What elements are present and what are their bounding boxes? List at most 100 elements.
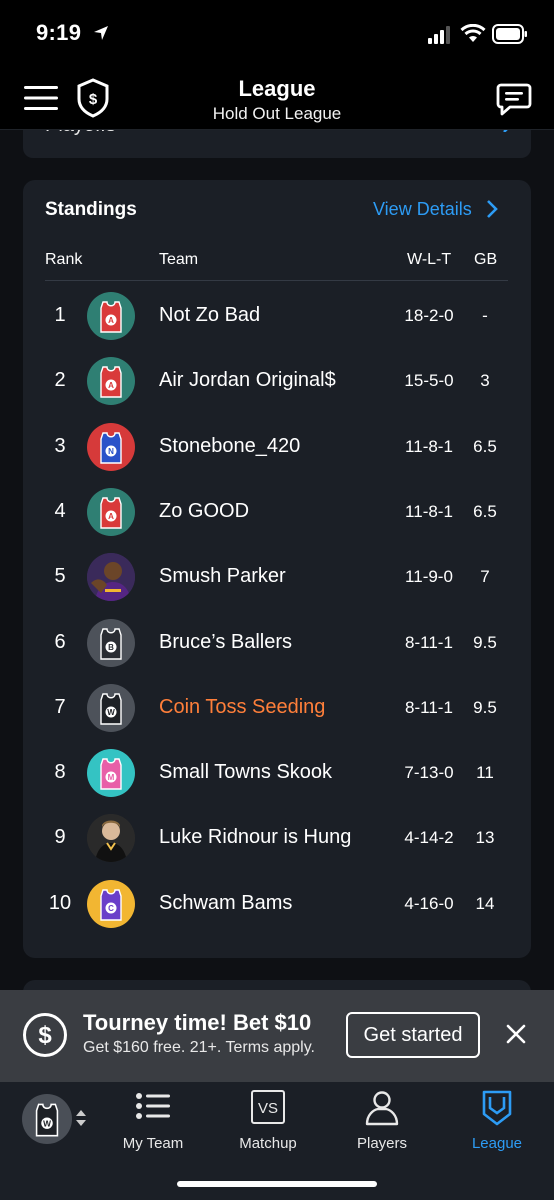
team-avatar[interactable]: M [87, 749, 135, 798]
record-value: 15-5-0 [404, 371, 454, 391]
svg-text:$: $ [38, 1022, 52, 1049]
team-name[interactable]: Not Zo Bad [159, 304, 260, 327]
column-header-team: Team [159, 251, 199, 268]
games-back-value: - [482, 306, 488, 325]
view-details-link[interactable]: View Details [373, 199, 472, 220]
record-value: 4-16-0 [404, 893, 454, 913]
status-time: 9:19 [36, 20, 82, 45]
record-value: 11-9-0 [405, 567, 453, 587]
svg-text:W: W [43, 1118, 51, 1128]
standings-row[interactable]: 3 N Stonebone_420 11-8-1 6.5 [23, 414, 531, 479]
tab-players[interactable]: Players [337, 1090, 427, 1156]
games-back-value: 9.5 [473, 632, 497, 652]
standings-row[interactable]: 10 C Schwam Bams 4-16-0 14 [23, 871, 531, 936]
battery-icon [492, 24, 527, 44]
rank-value: 7 [54, 695, 66, 718]
standings-row[interactable]: 1 A Not Zo Bad 18-2-0 - [23, 283, 531, 348]
dollar-coin-icon: $ [23, 1013, 67, 1057]
tab-matchup[interactable]: VS Matchup [223, 1090, 313, 1156]
team-name[interactable]: Air Jordan Original$ [159, 369, 336, 392]
team-avatar[interactable]: C [87, 879, 135, 928]
team-name[interactable]: Smush Parker [159, 565, 286, 588]
team-name[interactable]: Schwam Bams [159, 892, 292, 915]
get-started-button[interactable]: Get started [346, 1012, 480, 1058]
promo-banner[interactable]: $ Tourney time! Bet $10 Get $160 free. 2… [0, 990, 554, 1082]
team-avatar[interactable]: A [87, 357, 135, 406]
standings-row[interactable]: 5 Smush Parker 11-9-0 7 [23, 544, 531, 609]
team-avatar[interactable]: A [87, 487, 135, 536]
rank-value: 9 [54, 826, 66, 849]
games-back-value: 6.5 [473, 436, 497, 456]
standings-row[interactable]: 8 M Small Towns Skook 7-13-0 11 [23, 740, 531, 805]
record-value: 11-8-1 [405, 501, 453, 521]
jersey-icon: A [100, 301, 122, 333]
tab-label: My Team [122, 1135, 184, 1152]
team-name[interactable]: Small Towns Skook [159, 761, 332, 784]
team-name[interactable]: Zo GOOD [159, 500, 249, 523]
standings-row[interactable]: 4 A Zo GOOD 11-8-1 6.5 [23, 479, 531, 544]
team-avatar[interactable] [87, 814, 135, 863]
promo-subtitle: Get $160 free. 21+. Terms apply. [83, 1039, 315, 1056]
tab-league[interactable]: League [452, 1090, 542, 1156]
header-divider [45, 280, 508, 281]
svg-text:A: A [108, 316, 114, 325]
standings-row[interactable]: 7 W Coin Toss Seeding 8-11-1 9.5 [23, 675, 531, 740]
games-back-value: 9.5 [473, 697, 497, 717]
tab-label: League [471, 1135, 523, 1152]
games-back-value: 11 [476, 763, 494, 783]
cellular-signal-icon [428, 26, 450, 44]
rank-value: 3 [54, 434, 66, 457]
rank-value: 1 [54, 304, 66, 326]
tab-my-team[interactable]: My Team [108, 1090, 198, 1156]
team-avatar[interactable]: W [87, 683, 135, 732]
team-avatar[interactable]: B [87, 618, 135, 667]
person-icon [365, 1091, 399, 1126]
svg-text:A: A [108, 381, 114, 390]
vs-icon: VS [251, 1090, 285, 1124]
standings-row[interactable]: 6 B Bruce’s Ballers 8-11-1 9.5 [23, 610, 531, 675]
location-arrow-icon [94, 26, 108, 40]
tab-label: Players [356, 1135, 408, 1152]
games-back-value: 7 [480, 567, 490, 587]
league-name: Hold Out League [212, 104, 342, 123]
standings-title: Standings [45, 199, 137, 220]
standings-row[interactable]: 9 Luke Ridnour is Hung 4-14-2 13 [23, 805, 531, 870]
games-back-value: 14 [475, 893, 495, 913]
team-avatar[interactable]: A [87, 292, 135, 340]
games-back-value: 6.5 [473, 501, 497, 521]
jersey-icon: W [35, 1103, 59, 1137]
team-name[interactable]: Bruce’s Ballers [159, 631, 292, 654]
standings-row[interactable]: 2 A Air Jordan Original$ 15-5-0 3 [23, 348, 531, 413]
chevron-right-icon[interactable] [486, 199, 498, 219]
rank-value: 6 [54, 630, 66, 653]
team-switcher-avatar[interactable]: W [22, 1094, 72, 1144]
rank-value: 8 [54, 761, 66, 784]
rank-value: 5 [54, 565, 66, 588]
jersey-icon: N [100, 431, 122, 464]
record-value: 7-13-0 [404, 763, 454, 783]
team-name-my-team[interactable]: Coin Toss Seeding [159, 696, 325, 719]
column-header-rank: Rank [45, 251, 83, 268]
page-title: League [238, 76, 316, 101]
player-photo-icon [87, 553, 135, 602]
team-name[interactable]: Luke Ridnour is Hung [159, 826, 351, 849]
switch-team-arrows-icon[interactable] [74, 1106, 88, 1130]
rank-value: 4 [54, 499, 66, 522]
jersey-icon: B [100, 627, 122, 660]
column-header-wlt: W-L-T [407, 251, 452, 268]
chat-icon[interactable] [496, 82, 532, 116]
record-value: 18-2-0 [404, 306, 454, 325]
jersey-icon: W [100, 693, 122, 725]
close-icon[interactable] [505, 1023, 527, 1045]
player-photo-icon [87, 814, 135, 863]
standings-card: Standings View Details Rank Team W-L-T G… [23, 180, 531, 958]
team-avatar[interactable] [87, 553, 135, 602]
team-avatar[interactable]: N [87, 422, 135, 471]
jersey-icon: A [100, 366, 122, 398]
team-name[interactable]: Stonebone_420 [159, 435, 300, 458]
record-value: 11-8-1 [405, 436, 453, 456]
app-header: $ League Hold Out League [0, 70, 554, 130]
home-indicator [177, 1181, 377, 1187]
list-icon [136, 1093, 170, 1119]
svg-text:VS: VS [258, 1100, 278, 1117]
